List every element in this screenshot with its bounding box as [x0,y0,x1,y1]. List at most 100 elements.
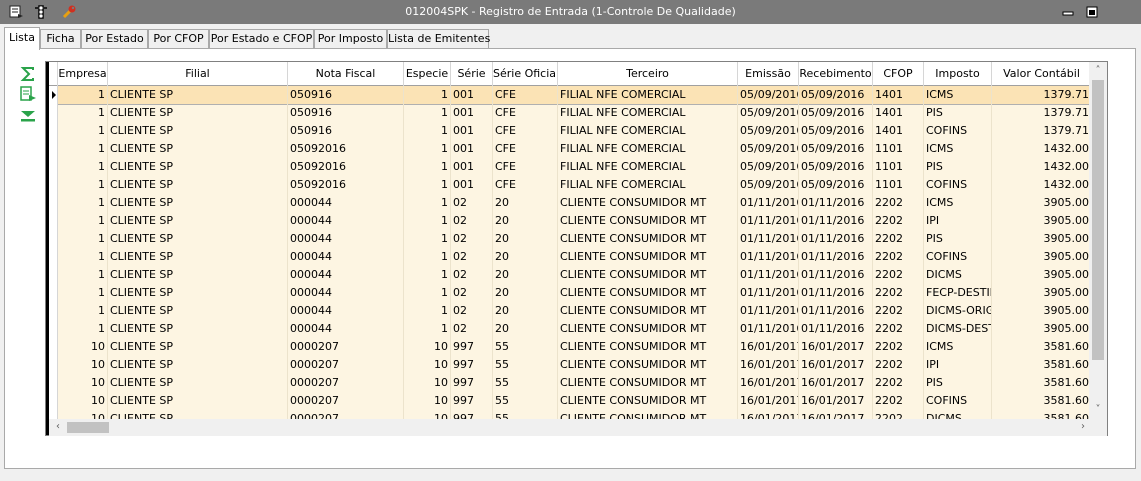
table-cell[interactable]: 01/11/2016 [799,194,873,212]
table-cell[interactable]: 1401 [873,104,924,122]
table-row[interactable]: 1 CLIENTE SP 000044 1 02 20 CLIENTE CONSUMIDOR… [49,302,1089,320]
table-cell[interactable]: CLIENTE SP [108,356,288,374]
table-cell[interactable]: 05/09/2016 [738,158,799,176]
table-cell[interactable]: 1 [58,122,108,140]
table-row[interactable]: 1 CLIENTE SP 000044 1 02 20 CLIENTE CONSUMIDOR… [49,284,1089,302]
table-cell[interactable]: 1 [404,266,451,284]
table-cell[interactable]: CLIENTE SP [108,122,288,140]
table-cell[interactable]: 20 [493,248,558,266]
table-cell[interactable]: 05/09/2016 [738,140,799,158]
row-indicator[interactable] [49,284,58,302]
row-indicator[interactable] [49,392,58,410]
table-cell[interactable]: 01/11/2016 [799,266,873,284]
table-cell[interactable]: 1379.71 [992,122,1090,140]
table-cell[interactable]: 05/09/2016 [799,158,873,176]
table-row[interactable]: 10 CLIENTE SP 0000207 10 997 55 CLIENTE CONSUM… [49,374,1089,392]
table-cell[interactable]: 2202 [873,392,924,410]
table-cell[interactable]: 10 [404,356,451,374]
table-cell[interactable]: 3905.00 [992,302,1090,320]
table-cell[interactable]: 01/11/2016 [799,302,873,320]
table-cell[interactable]: CLIENTE SP [108,374,288,392]
table-cell[interactable]: 05/09/2016 [738,104,799,122]
row-indicator[interactable] [49,212,58,230]
table-cell[interactable]: CLIENTE SP [108,104,288,122]
horizontal-scrollbar[interactable]: ‹ › [49,419,1107,436]
table-cell[interactable]: 02 [451,248,493,266]
table-cell[interactable]: 05092016 [288,158,404,176]
vertical-scrollbar[interactable]: ˄ ˅ [1089,62,1107,419]
table-cell[interactable]: FILIAL NFE COMERCIAL [558,122,738,140]
table-cell[interactable]: 2202 [873,212,924,230]
table-cell[interactable]: CLIENTE SP [108,212,288,230]
table-cell[interactable]: 1 [58,230,108,248]
table-cell[interactable]: 2202 [873,374,924,392]
table-cell[interactable]: 55 [493,356,558,374]
row-indicator[interactable] [49,158,58,176]
scroll-down-icon[interactable]: ˅ [1090,402,1106,418]
table-cell[interactable]: ICMS [924,140,992,158]
table-cell[interactable]: CLIENTE CONSUMIDOR MT [558,302,738,320]
tab-por-estado-e-cfop[interactable]: Por Estado e CFOP [209,29,314,49]
table-cell[interactable]: 000044 [288,320,404,338]
table-cell[interactable]: CLIENTE CONSUMIDOR MT [558,266,738,284]
table-cell[interactable]: CLIENTE CONSUMIDOR MT [558,248,738,266]
table-cell[interactable]: 05092016 [288,176,404,194]
table-cell[interactable]: 05/09/2016 [799,104,873,122]
row-indicator[interactable] [49,248,58,266]
table-cell[interactable]: 2202 [873,410,924,419]
column-header[interactable]: Série Oficial [493,62,558,86]
table-row[interactable]: 1 CLIENTE SP 050916 1 001 CFE FILIAL NFE COMER… [49,122,1089,140]
row-indicator[interactable] [49,320,58,338]
table-cell[interactable]: 20 [493,320,558,338]
table-cell[interactable]: 1 [58,248,108,266]
table-cell[interactable]: 000044 [288,230,404,248]
table-cell[interactable]: 1379.71 [992,104,1090,122]
table-cell[interactable]: CLIENTE SP [108,158,288,176]
table-cell[interactable]: 01/11/2016 [799,320,873,338]
table-cell[interactable]: 55 [493,410,558,419]
table-cell[interactable]: 05/09/2016 [799,122,873,140]
table-cell[interactable]: 001 [451,104,493,122]
table-cell[interactable]: CLIENTE SP [108,194,288,212]
table-cell[interactable]: 02 [451,230,493,248]
table-cell[interactable]: PIS [924,374,992,392]
table-cell[interactable]: 1 [58,266,108,284]
table-cell[interactable]: 01/11/2016 [799,230,873,248]
row-indicator[interactable] [49,194,58,212]
table-cell[interactable]: 01/11/2016 [738,212,799,230]
column-header[interactable]: Valor Contábil [992,62,1089,86]
table-cell[interactable]: 20 [493,230,558,248]
table-cell[interactable]: FECP-DESTIN [924,284,992,302]
table-cell[interactable]: 2202 [873,302,924,320]
table-cell[interactable]: 1 [58,284,108,302]
table-cell[interactable]: 01/11/2016 [799,212,873,230]
table-cell[interactable]: 10 [58,338,108,356]
sigma-icon[interactable] [19,66,37,82]
table-cell[interactable]: 997 [451,356,493,374]
table-cell[interactable]: 1 [58,176,108,194]
table-cell[interactable]: 2202 [873,266,924,284]
tab-por-estado[interactable]: Por Estado [81,29,148,49]
table-cell[interactable]: 1 [404,284,451,302]
table-cell[interactable]: 20 [493,212,558,230]
table-cell[interactable]: 3905.00 [992,230,1090,248]
table-cell[interactable]: 000044 [288,248,404,266]
table-cell[interactable]: 01/11/2016 [738,302,799,320]
row-indicator[interactable] [49,140,58,158]
row-indicator[interactable] [49,266,58,284]
column-header[interactable]: Empresa [58,62,108,86]
expand-down-icon[interactable] [19,108,37,124]
table-cell[interactable]: DICMS-ORIGE [924,302,992,320]
table-cell[interactable]: 16/01/2017 [738,410,799,419]
table-cell[interactable]: DICMS [924,410,992,419]
column-header[interactable]: Terceiro [558,62,738,86]
table-cell[interactable]: 001 [451,158,493,176]
table-cell[interactable]: CFE [493,140,558,158]
table-cell[interactable]: 001 [451,122,493,140]
table-cell[interactable]: 20 [493,194,558,212]
table-cell[interactable]: 3581.60 [992,374,1090,392]
table-row[interactable]: 1 CLIENTE SP 050916 1 001 CFE FILIAL NFE COMER… [49,104,1089,122]
table-cell[interactable]: 1 [404,212,451,230]
table-row[interactable]: 10 CLIENTE SP 0000207 10 997 55 CLIENTE CONSUM… [49,356,1089,374]
table-cell[interactable]: CLIENTE CONSUMIDOR MT [558,410,738,419]
